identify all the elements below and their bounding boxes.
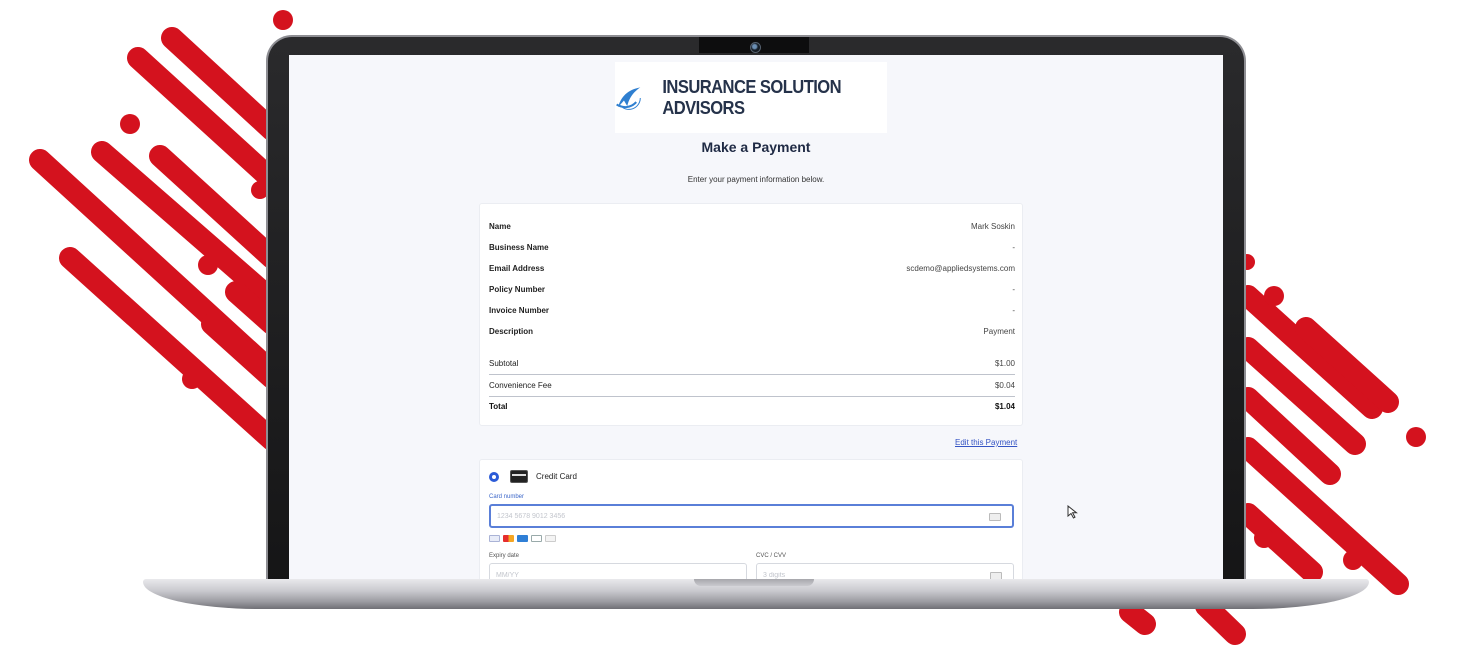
summary-value: scdemo@appliedsystems.com xyxy=(906,264,1015,273)
cvc-input[interactable] xyxy=(756,563,1014,579)
amex-icon xyxy=(517,535,528,542)
summary-label: Subtotal xyxy=(489,359,519,368)
summary-row-name: Name Mark Soskin xyxy=(489,222,1015,231)
credit-card-icon xyxy=(510,470,528,483)
summary-value: - xyxy=(1012,285,1015,294)
summary-row-invoice-number: Invoice Number - xyxy=(489,306,1015,315)
credit-card-radio[interactable] xyxy=(489,472,499,482)
payment-method-card: Credit Card Card number Expiry date CVC … xyxy=(479,459,1023,579)
summary-row-total: Total $1.04 xyxy=(489,402,1015,411)
card-generic-icon xyxy=(989,513,1001,521)
summary-row-description: Description Payment xyxy=(489,327,1015,336)
summary-row-subtotal: Subtotal $1.00 xyxy=(489,359,1015,368)
card-brands xyxy=(489,535,556,542)
swoosh-arrow-icon xyxy=(616,85,641,110)
summary-label: Description xyxy=(489,327,534,336)
summary-label: Invoice Number xyxy=(489,306,550,315)
summary-value: $1.04 xyxy=(994,402,1015,411)
cvc-label: CVC / CVV xyxy=(756,553,787,559)
edit-payment-link[interactable]: Edit this Payment xyxy=(955,438,1017,447)
summary-row-policy-number: Policy Number - xyxy=(489,285,1015,294)
summary-value: $1.00 xyxy=(994,359,1015,368)
diners-icon xyxy=(531,535,542,542)
summary-row-email: Email Address scdemo@appliedsystems.com xyxy=(489,264,1015,273)
summary-row-business-name: Business Name - xyxy=(489,243,1015,252)
expiry-date-input[interactable] xyxy=(489,563,747,579)
payment-summary-card: Name Mark Soskin Business Name - Email A… xyxy=(479,203,1023,426)
summary-value: Payment xyxy=(983,327,1015,336)
summary-divider xyxy=(489,374,1015,375)
summary-label: Email Address xyxy=(489,264,545,273)
summary-row-convenience-fee: Convenience Fee $0.04 xyxy=(489,381,1015,390)
mouse-pointer-icon xyxy=(1067,505,1078,519)
laptop-base-groove xyxy=(694,579,814,586)
page-subtitle: Enter your payment information below. xyxy=(687,175,825,184)
summary-value: Mark Soskin xyxy=(970,222,1015,231)
cvc-card-icon xyxy=(990,572,1002,579)
expiry-date-label: Expiry date xyxy=(489,553,520,559)
mastercard-icon xyxy=(503,535,514,542)
company-logo: INSURANCE SOLUTION ADVISORS xyxy=(615,62,887,133)
logo-text: INSURANCE SOLUTION ADVISORS xyxy=(662,76,841,118)
page-title: Make a Payment xyxy=(701,139,811,155)
payment-method-label: Credit Card xyxy=(536,472,577,481)
laptop-screen: INSURANCE SOLUTION ADVISORS Make a Payme… xyxy=(289,55,1223,579)
card-number-label: Card number xyxy=(489,494,525,500)
summary-value: - xyxy=(1012,306,1015,315)
summary-divider xyxy=(489,396,1015,397)
webcam-icon xyxy=(750,42,761,53)
summary-label: Total xyxy=(489,402,508,411)
summary-label: Business Name xyxy=(489,243,549,252)
summary-value: - xyxy=(1012,243,1015,252)
summary-value: $0.04 xyxy=(994,381,1015,390)
visa-icon xyxy=(489,535,500,542)
summary-label: Policy Number xyxy=(489,285,546,294)
summary-label: Convenience Fee xyxy=(489,381,552,390)
discover-icon xyxy=(545,535,556,542)
summary-label: Name xyxy=(489,222,511,231)
card-number-input[interactable] xyxy=(489,504,1014,528)
